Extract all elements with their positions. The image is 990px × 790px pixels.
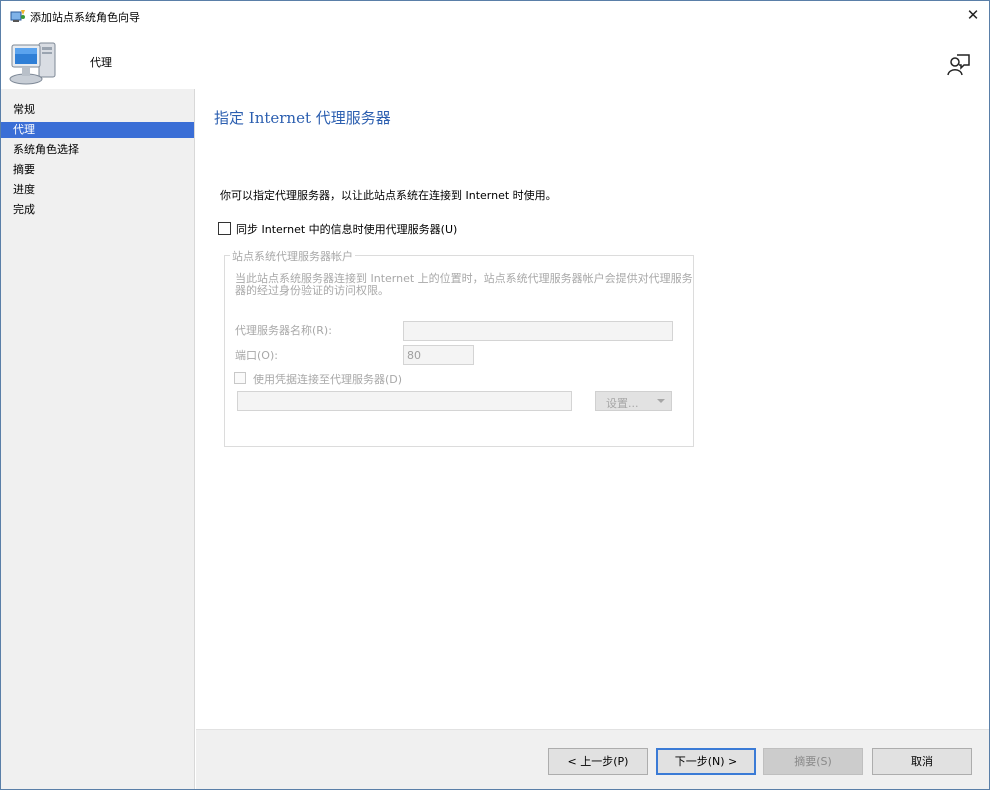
window-title: 添加站点系统角色向导 <box>30 11 140 24</box>
set-account-button[interactable]: 设置... <box>595 391 672 411</box>
close-icon[interactable]: ✕ <box>957 1 989 31</box>
page-description: 你可以指定代理服务器，以让此站点系统在连接到 Internet 时使用。 <box>220 189 557 202</box>
wizard-window: 添加站点系统角色向导 ✕ 代理 常规 代理 系统角色选择 摘要 进度 完成 指定… <box>0 0 990 790</box>
page-heading: 指定 Internet 代理服务器 <box>214 109 391 127</box>
sidebar-item-progress[interactable]: 进度 <box>1 182 194 198</box>
port-field[interactable]: 80 <box>403 345 474 365</box>
wizard-content: 指定 Internet 代理服务器 你可以指定代理服务器，以让此站点系统在连接到… <box>196 89 989 729</box>
sidebar-item-role-selection[interactable]: 系统角色选择 <box>1 142 194 158</box>
sidebar-item-proxy[interactable]: 代理 <box>1 122 194 138</box>
summary-button[interactable]: 摘要(S) <box>763 748 863 775</box>
header-page-name: 代理 <box>90 56 112 69</box>
cancel-button[interactable]: 取消 <box>872 748 972 775</box>
proxy-server-name-label: 代理服务器名称(R): <box>235 324 332 337</box>
proxy-account-field[interactable] <box>237 391 572 411</box>
sidebar-item-completion[interactable]: 完成 <box>1 202 194 218</box>
use-credentials-checkbox-label[interactable]: 使用凭据连接至代理服务器(D) <box>253 371 402 387</box>
next-button[interactable]: 下一步(N) > <box>656 748 756 775</box>
sidebar-item-general[interactable]: 常规 <box>1 102 194 118</box>
back-button[interactable]: < 上一步(P) <box>548 748 648 775</box>
proxy-account-group-legend: 站点系统代理服务器帐户 <box>230 248 355 264</box>
chevron-down-icon <box>657 399 665 403</box>
wizard-sidebar: 常规 代理 系统角色选择 摘要 进度 完成 <box>1 89 195 789</box>
wizard-icon <box>10 10 25 22</box>
proxy-server-name-field[interactable] <box>403 321 673 341</box>
use-credentials-checkbox[interactable] <box>234 372 246 384</box>
proxy-account-description: 当此站点系统服务器连接到 Internet 上的位置时，站点系统代理服务器帐户会… <box>235 272 693 297</box>
wizard-header: 代理 <box>1 31 989 89</box>
title-bar: 添加站点系统角色向导 ✕ <box>1 1 989 31</box>
use-proxy-checkbox-label[interactable]: 同步 Internet 中的信息时使用代理服务器(U) <box>236 221 457 237</box>
computer-icon <box>9 42 56 85</box>
port-label: 端口(O): <box>235 349 278 362</box>
sidebar-item-summary[interactable]: 摘要 <box>1 162 194 178</box>
help-user-icon[interactable] <box>947 53 971 77</box>
use-proxy-checkbox[interactable] <box>218 222 231 235</box>
set-account-button-label: 设置... <box>606 397 639 410</box>
wizard-footer: < 上一步(P) 下一步(N) > 摘要(S) 取消 <box>196 729 989 789</box>
